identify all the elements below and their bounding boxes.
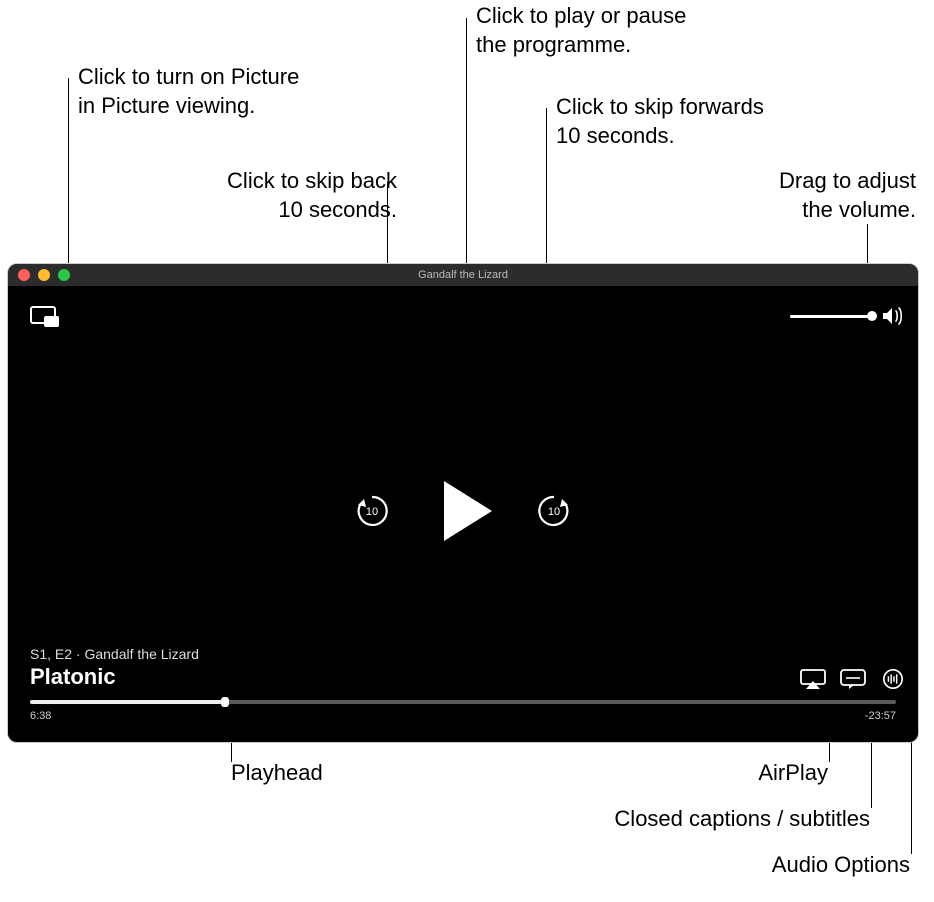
elapsed-time: 6:38	[30, 710, 51, 722]
remaining-time: -23:57	[865, 710, 896, 722]
progress-scrubber[interactable]	[30, 700, 896, 704]
subtitles-icon	[840, 669, 866, 689]
skip-forward-10-button[interactable]: 10	[534, 491, 574, 531]
progress-fill	[30, 700, 225, 704]
callout-skip-back: Click to skip back10 seconds.	[132, 167, 397, 224]
skip-back-10-button[interactable]: 10	[352, 491, 392, 531]
volume-slider-thumb[interactable]	[867, 311, 877, 321]
airplay-icon	[800, 669, 826, 689]
skip-back-amount: 10	[366, 506, 378, 518]
audio-options-button[interactable]	[878, 668, 908, 690]
callout-airplay: AirPlay	[598, 759, 828, 788]
play-pause-button[interactable]	[444, 481, 492, 541]
audio-options-icon	[882, 668, 904, 690]
callout-playhead: Playhead	[231, 759, 323, 788]
callout-volume: Drag to adjustthe volume.	[694, 167, 916, 224]
speaker-icon	[880, 304, 904, 328]
video-player-window: Gandalf the Lizard	[8, 264, 918, 742]
window-titlebar: Gandalf the Lizard	[8, 264, 918, 286]
callout-play-pause: Click to play or pausethe programme.	[476, 2, 686, 59]
window-close-button[interactable]	[18, 269, 30, 281]
callout-captions: Closed captions / subtitles	[510, 805, 870, 834]
episode-info: S1, E2 · Gandalf the Lizard	[30, 646, 199, 662]
subtitles-button[interactable]	[838, 668, 868, 690]
volume-control[interactable]	[790, 304, 904, 328]
skip-forward-amount: 10	[548, 506, 560, 518]
window-minimize-button[interactable]	[38, 269, 50, 281]
picture-in-picture-button[interactable]	[30, 304, 60, 328]
airplay-button[interactable]	[798, 668, 828, 690]
volume-slider-fill	[790, 315, 872, 318]
show-title: Platonic	[30, 664, 199, 690]
callout-pip: Click to turn on Picturein Picture viewi…	[78, 63, 299, 120]
callout-audio-options: Audio Options	[620, 851, 910, 880]
callout-skip-forward: Click to skip forwards10 seconds.	[556, 93, 764, 150]
window-fullscreen-button[interactable]	[58, 269, 70, 281]
pip-icon	[30, 304, 60, 328]
volume-slider-track[interactable]	[790, 315, 872, 318]
video-area: 10 10 S1, E2 · Gandalf the Lizard Platon…	[8, 286, 918, 742]
playhead-thumb[interactable]	[221, 697, 229, 707]
window-title: Gandalf the Lizard	[8, 269, 918, 281]
